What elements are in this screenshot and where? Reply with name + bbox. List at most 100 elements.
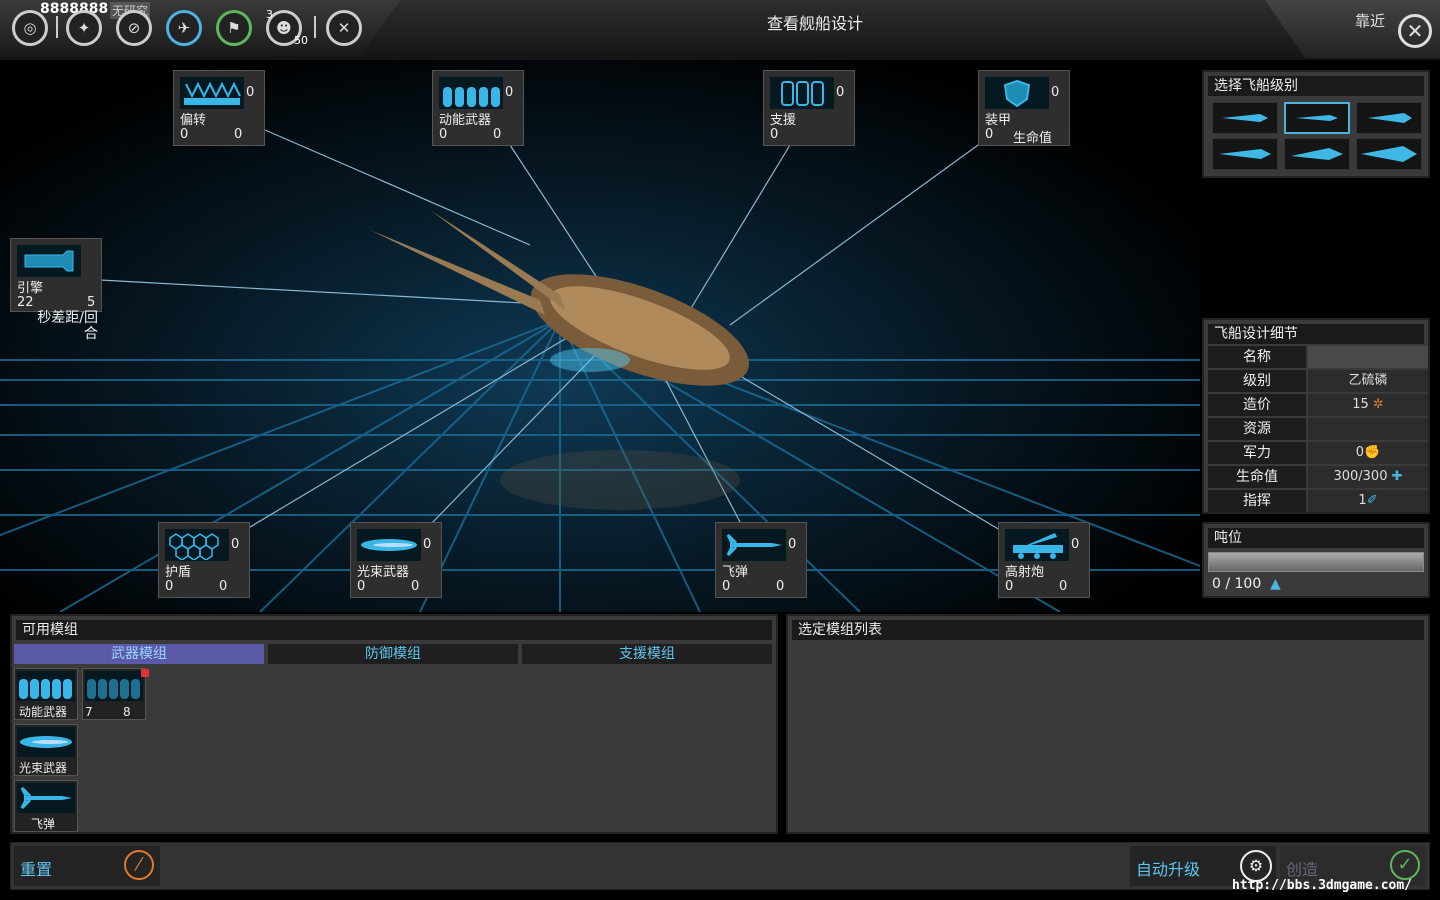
- engine-speed: 22: [17, 295, 34, 310]
- create-label: 创造: [1286, 860, 1319, 879]
- panel-title: 吨位: [1208, 528, 1424, 548]
- ship-viewport[interactable]: 0 偏转 0 0 0 动能武器 0 0 0 支援 0 0 装甲 0 生命值 引擎…: [0, 60, 1200, 612]
- ship-details-panel: 飞船设计细节 名称 级别 乙硫磷 造价 15 ✲ 资源 军力 0✊ 生命值 300/30…: [1202, 318, 1430, 514]
- slot-kinetic[interactable]: 0 动能武器 0 0: [432, 70, 524, 146]
- engine-icon: [17, 245, 81, 277]
- detail-key: 级别: [1208, 370, 1306, 392]
- slot-armor[interactable]: 0 装甲 0 生命值: [978, 70, 1070, 146]
- no-entry-icon: ⁄: [124, 850, 154, 880]
- colony-icon[interactable]: ⊘: [116, 10, 152, 46]
- reset-button[interactable]: 重置 ⁄: [14, 846, 160, 886]
- missile-icon: [722, 529, 786, 561]
- research-icon[interactable]: ✦: [66, 10, 102, 46]
- deflect-icon: [180, 77, 244, 109]
- zoom-button[interactable]: 靠近: [1355, 10, 1385, 31]
- module-label: 动能武器: [19, 705, 68, 719]
- slot-power: 0: [234, 127, 243, 142]
- slot-tonnage: 0: [722, 579, 731, 594]
- settings-icon[interactable]: ✕: [326, 10, 362, 46]
- slot-artillery[interactable]: 0 高射炮 0 0: [998, 522, 1090, 598]
- beam-icon: [17, 727, 75, 757]
- ship-class-2[interactable]: [1284, 102, 1350, 134]
- ship-class-3[interactable]: [1356, 102, 1422, 134]
- slot-tonnage: 0: [985, 127, 994, 142]
- detail-key: 指挥: [1208, 490, 1306, 512]
- detail-key: 军力: [1208, 442, 1306, 464]
- page-title: 查看舰船设计: [766, 14, 863, 33]
- detail-value: 300/300 ✚: [1308, 466, 1428, 488]
- weight-icon: ▲: [1270, 576, 1281, 592]
- slot-label: 装甲: [985, 113, 1012, 128]
- antenna-icon: ✐: [1366, 493, 1378, 508]
- slot-label: 引擎: [17, 281, 44, 296]
- module-beam[interactable]: 光束武器: [14, 724, 78, 776]
- detail-row-command: 指挥 1✐: [1208, 490, 1428, 512]
- tonnage-panel: 吨位 0 / 100 ▲: [1202, 522, 1430, 598]
- module-kinetic[interactable]: 动能武器: [14, 668, 78, 720]
- divider: [314, 16, 316, 38]
- ship-class-4[interactable]: [1212, 138, 1278, 170]
- slot-power: 0: [493, 127, 502, 142]
- ship-name-input[interactable]: [1308, 346, 1428, 368]
- bullets-dark-icon: [85, 671, 143, 701]
- detail-row-cost: 造价 15 ✲: [1208, 394, 1428, 416]
- slot-tonnage: 0: [357, 579, 366, 594]
- module-missile[interactable]: 飞弹: [14, 780, 78, 832]
- slot-tonnage: 0: [1005, 579, 1014, 594]
- new-badge: [141, 669, 149, 677]
- bullets-icon: [439, 77, 503, 109]
- slot-label: 动能武器: [439, 113, 492, 128]
- missile-icon: [17, 783, 75, 813]
- ship-design-icon[interactable]: ✈: [166, 10, 202, 46]
- ship-class-6[interactable]: [1356, 138, 1422, 170]
- slot-count: 0: [423, 537, 432, 552]
- hexagon-icon: [165, 529, 229, 561]
- slot-tonnage: 0: [770, 127, 779, 142]
- slot-missile[interactable]: 0 飞弹 0 0: [715, 522, 807, 598]
- canisters-icon: [770, 77, 834, 109]
- slot-label: 光束武器: [357, 565, 410, 580]
- slot-count: 0: [246, 85, 255, 100]
- slot-tonnage: 0: [180, 127, 189, 142]
- close-button[interactable]: ✕: [1398, 14, 1432, 48]
- panel-title: 选择飞船级别: [1208, 76, 1424, 96]
- detail-key: 资源: [1208, 418, 1306, 440]
- beam-icon: [357, 529, 421, 561]
- detail-value: 0✊: [1308, 442, 1428, 464]
- module-label: 飞弹: [31, 817, 56, 831]
- panel-title: 可用模组: [16, 620, 772, 640]
- badge-count: 50: [294, 34, 308, 47]
- slot-beam[interactable]: 0 光束武器 0 0: [350, 522, 442, 598]
- engine-unit-label: 秒差距/回合: [37, 310, 98, 342]
- tonnage-value: 0 / 100: [1212, 576, 1262, 592]
- panel-title: 飞船设计细节: [1208, 324, 1424, 344]
- slot-label: 偏转: [180, 113, 207, 128]
- tab-weapons[interactable]: 武器模组: [14, 644, 264, 664]
- slot-count: 0: [1071, 537, 1080, 552]
- slot-power: 0: [776, 579, 785, 594]
- slot-support[interactable]: 0 支援 0: [763, 70, 855, 146]
- detail-value: 15 ✲: [1308, 394, 1428, 416]
- module-kinetic-upgrade[interactable]: 7 8: [82, 668, 149, 720]
- ship-class-1[interactable]: [1212, 102, 1278, 134]
- tab-defense[interactable]: 防御模组: [268, 644, 518, 664]
- checkmark-icon: ✓: [1390, 850, 1420, 880]
- diplomacy-icon[interactable]: ⚑: [216, 10, 252, 46]
- auto-upgrade-label: 自动升级: [1136, 860, 1201, 879]
- plus-icon: ✚: [1391, 469, 1403, 484]
- slot-label: 飞弹: [722, 565, 749, 580]
- hp-value: 300/300: [1333, 469, 1388, 484]
- slot-power: 0: [219, 579, 228, 594]
- ship-class-5[interactable]: [1284, 138, 1350, 170]
- slot-engine[interactable]: 引擎 22 5: [10, 238, 102, 312]
- detail-row-resources: 资源: [1208, 418, 1428, 440]
- engine-range: 5: [87, 295, 96, 310]
- slot-deflect[interactable]: 0 偏转 0 0: [173, 70, 265, 146]
- shield-icon: [985, 77, 1049, 109]
- slot-label: 高射炮: [1005, 565, 1045, 580]
- tab-support[interactable]: 支援模组: [522, 644, 772, 664]
- gear-icon: ✲: [1372, 397, 1384, 412]
- slot-shield[interactable]: 0 护盾 0 0: [158, 522, 250, 598]
- slot-power: 0: [411, 579, 420, 594]
- detail-row-class: 级别 乙硫磷: [1208, 370, 1428, 392]
